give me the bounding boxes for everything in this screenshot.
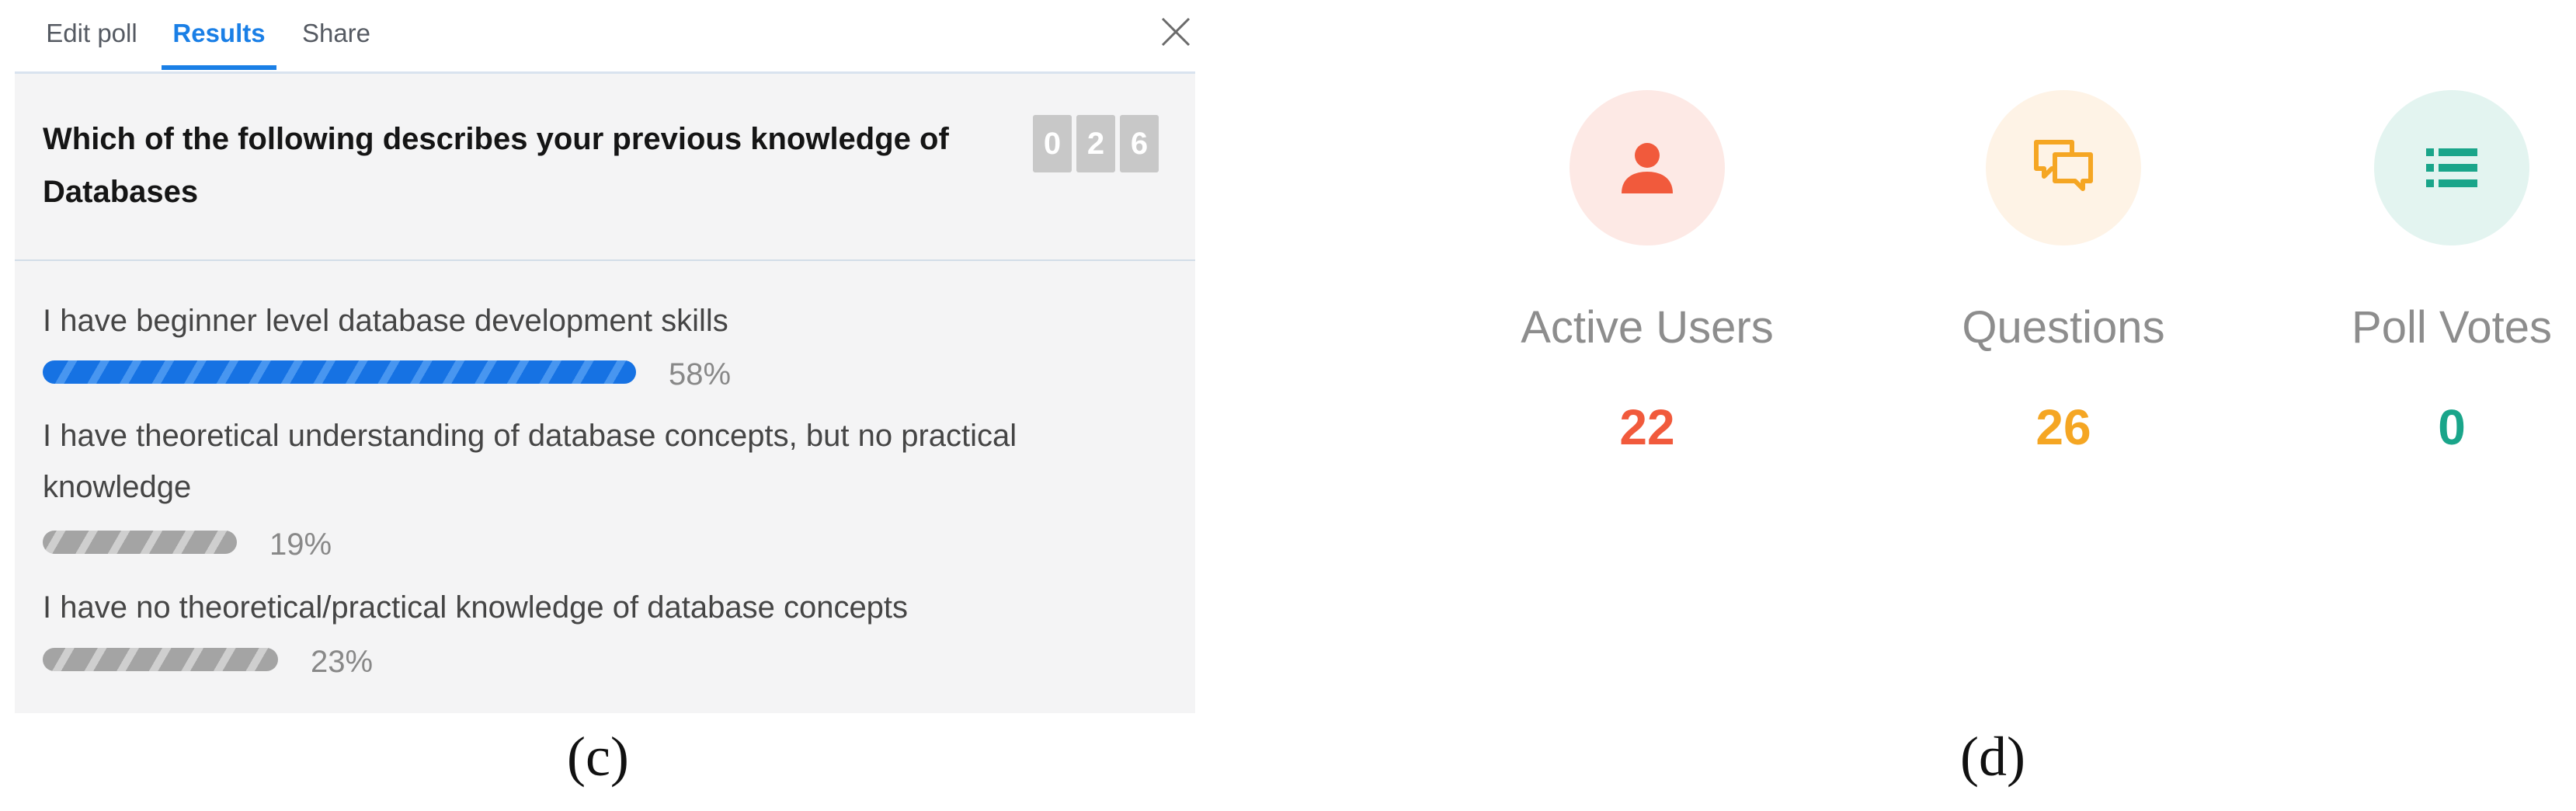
stat-icon-circle xyxy=(1570,90,1725,245)
poll-option-bar xyxy=(43,531,237,554)
stat-value: 22 xyxy=(1619,399,1675,455)
stat-value: 0 xyxy=(2438,399,2466,455)
caption-d: (d) xyxy=(1960,726,2025,788)
stat-icon-circle xyxy=(1986,90,2141,245)
caption-c: (c) xyxy=(567,726,629,788)
stat-active-users: Active Users 22 xyxy=(1484,90,1810,456)
stat-label: Questions xyxy=(1962,302,2165,353)
stat-label: Poll Votes xyxy=(2352,302,2552,353)
poll-option-percent: 23% xyxy=(311,645,374,679)
poll-option-bar xyxy=(43,360,636,384)
counter-digit: 6 xyxy=(1120,115,1159,172)
stat-icon-circle xyxy=(2374,90,2529,245)
stat-value: 26 xyxy=(2035,399,2091,455)
tab-edit-poll[interactable]: Edit poll xyxy=(41,0,142,67)
tab-share[interactable]: Share xyxy=(297,0,375,67)
stat-questions: Questions 26 xyxy=(1900,90,2227,456)
close-button[interactable] xyxy=(1159,16,1192,48)
poll-option-percent: 19% xyxy=(269,527,332,562)
poll-option-bar xyxy=(43,648,278,671)
close-icon xyxy=(1161,17,1191,47)
tab-bar: Edit poll Results Share xyxy=(15,0,1195,74)
counter-digit: 2 xyxy=(1076,115,1115,172)
divider xyxy=(15,259,1195,261)
chat-bubbles-icon xyxy=(2034,140,2093,191)
poll-question: Which of the following describes your pr… xyxy=(43,122,949,209)
counter-digit: 0 xyxy=(1033,115,1072,172)
user-icon xyxy=(1622,143,1673,193)
poll-option-label: I have theoretical understanding of data… xyxy=(43,419,1017,504)
list-icon xyxy=(2426,148,2477,187)
poll-option-percent: 58% xyxy=(669,357,732,392)
poll-option-label: I have no theoretical/practical knowledg… xyxy=(43,590,909,625)
poll-results-panel: Edit poll Results Share Which of the fol… xyxy=(15,0,1195,713)
stat-poll-votes: Poll Votes 0 xyxy=(2289,90,2576,456)
active-tab-indicator xyxy=(162,65,276,70)
stat-label: Active Users xyxy=(1521,302,1774,353)
tab-results[interactable]: Results xyxy=(162,0,276,67)
poll-option-label: I have beginner level database developme… xyxy=(43,304,728,338)
vote-counter: 0 2 6 xyxy=(1033,115,1159,172)
